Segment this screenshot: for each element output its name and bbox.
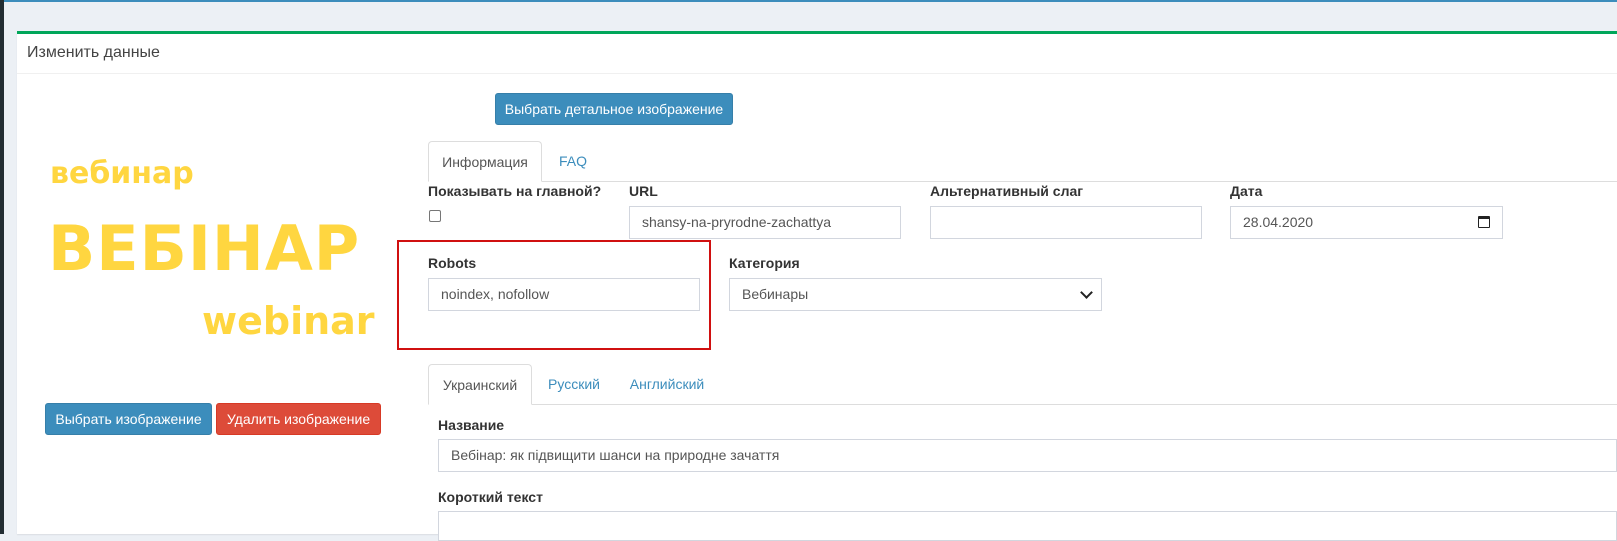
edit-panel: Изменить данные вебинар ВЕБІНАР webinar … xyxy=(17,31,1617,541)
short-text-input[interactable] xyxy=(438,511,1617,541)
category-value: Вебинары xyxy=(742,286,809,302)
promo-text-1: вебинар xyxy=(50,156,194,191)
tab-faq[interactable]: FAQ xyxy=(544,141,602,182)
page-title: Изменить данные xyxy=(27,44,160,61)
delete-image-button[interactable]: Удалить изображение xyxy=(216,403,381,435)
name-input[interactable]: Вебінар: як підвищити шанси на природне … xyxy=(438,439,1617,472)
chevron-down-icon xyxy=(1080,286,1093,299)
sidebar-edge xyxy=(0,0,4,534)
name-label: Название xyxy=(438,417,505,433)
category-label: Категория xyxy=(729,255,800,271)
url-label: URL xyxy=(629,183,658,199)
main-tabs: Информация FAQ xyxy=(428,141,1617,182)
top-bar xyxy=(0,0,1617,2)
tab-english[interactable]: Английский xyxy=(618,364,716,405)
url-input[interactable]: shansy-na-pryrodne-zachattya xyxy=(629,206,901,239)
short-text-label: Короткий текст xyxy=(438,489,543,505)
promo-text-3: webinar xyxy=(202,299,375,343)
tab-information[interactable]: Информация xyxy=(428,141,542,182)
choose-detail-image-button[interactable]: Выбрать детальное изображение xyxy=(495,93,733,125)
calendar-icon[interactable] xyxy=(1478,216,1490,228)
show-on-main-checkbox[interactable] xyxy=(429,210,441,222)
tab-ukrainian[interactable]: Украинский xyxy=(428,364,532,405)
category-select[interactable]: Вебинары xyxy=(729,278,1102,311)
choose-image-button[interactable]: Выбрать изображение xyxy=(45,403,212,435)
panel-header: Изменить данные xyxy=(17,34,1617,74)
promo-text-2: ВЕБІНАР xyxy=(48,212,361,285)
alt-slug-input[interactable] xyxy=(930,206,1202,239)
date-input[interactable]: 28.04.2020 xyxy=(1230,206,1503,239)
date-value: 28.04.2020 xyxy=(1243,214,1314,230)
language-tabs: Украинский Русский Английский xyxy=(428,364,1617,405)
show-on-main-label: Показывать на главной? xyxy=(428,183,602,199)
date-label: Дата xyxy=(1230,183,1263,199)
robots-highlight-box xyxy=(397,240,711,350)
tab-russian[interactable]: Русский xyxy=(534,364,614,405)
alt-slug-label: Альтернативный слаг xyxy=(930,183,1084,199)
